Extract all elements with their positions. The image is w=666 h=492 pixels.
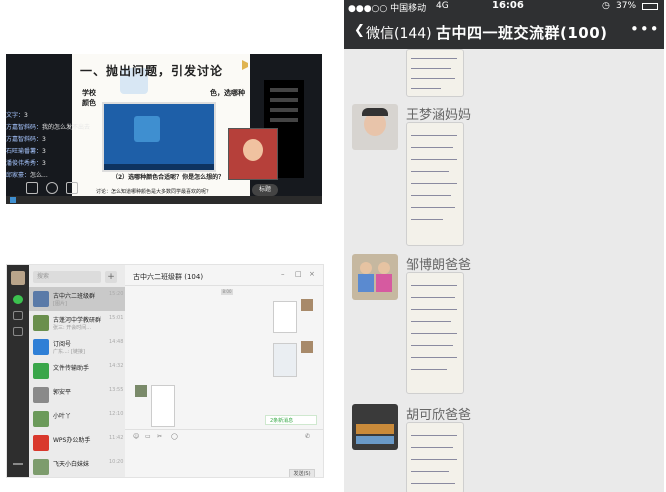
menu-icon[interactable]: [13, 463, 23, 465]
chat-avatar: [33, 459, 49, 475]
chat-list-item[interactable]: 小叶丫 12:10: [29, 407, 125, 431]
chat-list-item[interactable]: 郭安平 13:55: [29, 383, 125, 407]
mobile-wechat-screenshot: ●●●○○ 中国移动 4G 16:06 ◷ 37% ❮ 微信(144) 古中四一…: [344, 0, 664, 492]
live-chat-list: 文字：3 方嘉智斜码：我的怎么发不出去 方嘉智斜码：3 石旺瑜番薯：3 潘俊伟秀…: [6, 110, 110, 182]
windows-taskbar: [6, 196, 322, 204]
student-face: [243, 139, 263, 161]
network-type: 4G: [436, 1, 449, 11]
image-message[interactable]: [406, 49, 464, 97]
nav-bar: ❮ 微信(144) 古中四一班交流群(100) •••: [344, 14, 664, 49]
chat-list: 搜索 + 古中六二班级群 [图片] 15:20 古蓬河中学教研群 张三: 开会时…: [29, 265, 125, 477]
sender-avatar: [301, 341, 313, 353]
group-title: 古中四一班交流群(100): [436, 24, 608, 42]
battery-icon: [642, 3, 658, 10]
wps-icon: [33, 435, 49, 451]
user-avatar[interactable]: [11, 271, 25, 285]
chat-list-item[interactable]: 古蓬河中学教研群 张三: 开会时间... 15:01: [29, 311, 125, 335]
chat-line: 文字：3: [6, 112, 28, 119]
chat-avatar: [33, 315, 49, 331]
alarm-icon: ◷: [602, 1, 610, 11]
slide-title: 一、抛出问题，引发讨论: [80, 64, 224, 78]
bottom-toolbar: [6, 178, 322, 196]
wechat-left-rail: [7, 265, 29, 477]
back-chevron-icon[interactable]: ❮: [354, 23, 365, 38]
folder-icon[interactable]: ▭: [145, 433, 151, 440]
clock: 16:06: [492, 0, 524, 11]
chat-avatar: [33, 411, 49, 427]
scissors-icon[interactable]: ✂: [157, 433, 162, 440]
add-chat-button[interactable]: +: [105, 271, 117, 283]
student-camera-view: [228, 128, 278, 180]
subscription-icon: [33, 339, 49, 355]
emoji-icon[interactable]: ☺: [133, 433, 139, 440]
sender-avatar: [301, 299, 313, 311]
contacts-icon[interactable]: [13, 311, 23, 320]
chat-icon[interactable]: [13, 295, 23, 304]
video-lesson-screenshot: 一、抛出问题，引发讨论 学校 颜色 色，选哪种 （2）选哪种颜色合适呢？你是怎么…: [6, 54, 322, 204]
screen-icon[interactable]: [26, 182, 38, 194]
chat-avatar: [33, 387, 49, 403]
wechat-desktop-screenshot: 搜索 + 古中六二班级群 [图片] 15:20 古蓬河中学教研群 张三: 开会时…: [6, 264, 324, 478]
close-icon[interactable]: ×: [309, 270, 315, 278]
image-message[interactable]: [273, 301, 297, 333]
chat-list-item[interactable]: 古中六二班级群 [图片] 15:20: [29, 287, 125, 311]
slide-text-left: 学校: [82, 89, 96, 97]
chat-window: 古中六二班级群 (104) – □ × 8:00 2条新消息 ☺ ▭ ✂ ◯ ✆…: [125, 265, 323, 477]
chat-icon[interactable]: [46, 182, 58, 194]
battery-level: 37%: [616, 1, 637, 11]
member-avatar[interactable]: [352, 104, 398, 150]
record-icon[interactable]: [66, 182, 78, 194]
send-button[interactable]: 发送(S): [289, 469, 315, 477]
search-input[interactable]: 搜索: [33, 271, 101, 283]
more-options-icon[interactable]: •••: [630, 20, 660, 38]
chat-line: 方嘉智斜码：我的怎么发不出去: [6, 124, 91, 131]
image-message[interactable]: [273, 343, 297, 377]
image-message[interactable]: [406, 122, 464, 246]
image-message[interactable]: [151, 385, 175, 427]
embedded-desktop-screenshot: [102, 102, 216, 172]
file-transfer-icon: [33, 363, 49, 379]
member-avatar[interactable]: [352, 254, 398, 300]
chat-list-item[interactable]: 文件传输助手 14:32: [29, 359, 125, 383]
chat-list-item[interactable]: 飞天小白妹妹 10:20: [29, 455, 125, 477]
chat-avatar: [33, 291, 49, 307]
back-button[interactable]: 微信(144): [366, 23, 432, 43]
time-tag: 8:00: [221, 289, 233, 295]
chat-line: 石旺瑜番薯：3: [6, 148, 46, 155]
image-message[interactable]: [406, 422, 464, 492]
sender-name: 邹博朗爸爸: [406, 258, 472, 273]
chat-line: 潘俊伟秀秀：3: [6, 160, 46, 167]
chat-list-item[interactable]: 订阅号 广东...: [链接] 14:48: [29, 335, 125, 359]
chat-line: 方嘉智斜码：3: [6, 136, 46, 143]
minimize-icon[interactable]: –: [281, 270, 285, 278]
carrier: ●●●○○ 中国移动: [348, 4, 427, 14]
status-bar: ●●●○○ 中国移动 4G 16:06 ◷ 37%: [344, 0, 664, 14]
favorites-icon[interactable]: [13, 327, 23, 336]
start-icon[interactable]: [10, 197, 16, 203]
sender-name: 胡可欣爸爸: [406, 408, 472, 423]
member-avatar: [135, 385, 147, 397]
pencil-icon: [242, 60, 252, 70]
chat-title: 古中六二班级群 (104): [133, 273, 204, 281]
chat-history-icon[interactable]: ◯: [171, 433, 178, 440]
maximize-icon[interactable]: □: [295, 270, 302, 278]
slide-text-right: 色，选哪种: [210, 89, 245, 97]
sender-name: 王梦涵妈妈: [406, 108, 472, 123]
member-avatar[interactable]: [352, 404, 398, 450]
image-message[interactable]: [406, 272, 464, 394]
phone-icon[interactable]: ✆: [305, 433, 310, 440]
slide-text-left2: 颜色: [82, 99, 96, 107]
new-messages-indicator[interactable]: 2条新消息: [265, 415, 317, 425]
chat-list-item[interactable]: WPS办公助手 11:42: [29, 431, 125, 455]
